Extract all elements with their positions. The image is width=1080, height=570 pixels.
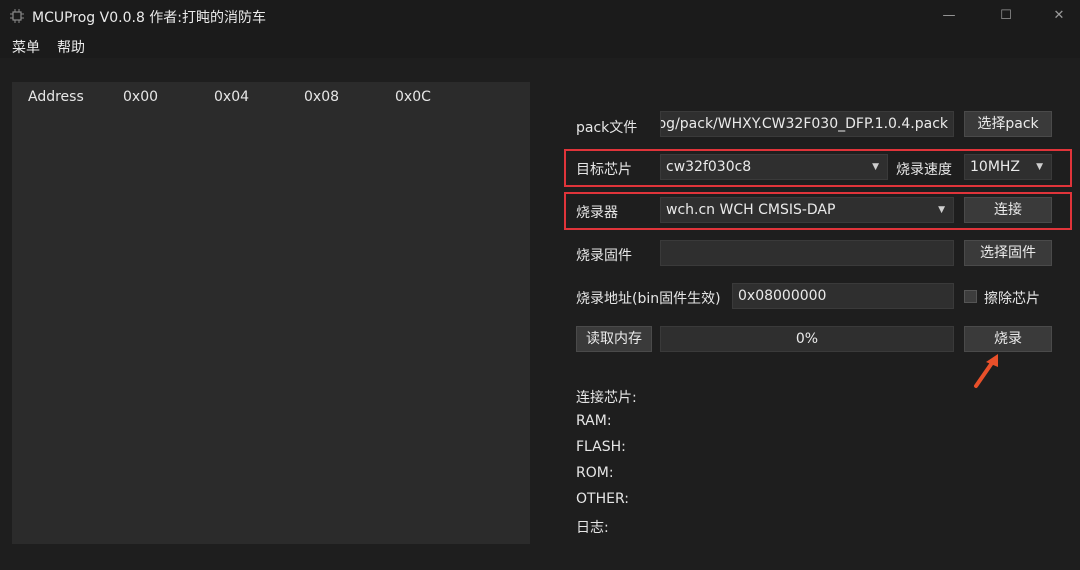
column-header-0x04: 0x04 <box>214 89 250 105</box>
target-chip-select[interactable]: cw32f030c8 ▼ <box>660 154 888 180</box>
firmware-path-field[interactable] <box>660 240 954 266</box>
column-header-0x0c: 0x0C <box>395 89 431 105</box>
window-title: MCUProg V0.0.8 作者:打盹的消防车 <box>32 10 267 26</box>
menu-bar: 菜单 帮助 <box>0 32 1080 58</box>
pack-file-label: pack文件 <box>576 120 638 136</box>
speed-label: 烧录速度 <box>896 162 952 178</box>
select-firmware-button[interactable]: 选择固件 <box>964 240 1052 266</box>
firmware-label: 烧录固件 <box>576 248 632 264</box>
menu-item-menu[interactable]: 菜单 <box>12 37 40 57</box>
erase-chip-checkbox[interactable] <box>964 290 977 303</box>
program-address-field[interactable]: 0x08000000 <box>732 283 954 309</box>
chevron-down-icon: ▼ <box>872 162 879 172</box>
menu-item-help[interactable]: 帮助 <box>57 37 85 57</box>
erase-chip-label: 擦除芯片 <box>984 291 1040 307</box>
column-header-0x00: 0x00 <box>123 89 159 105</box>
speed-value: 10MHZ <box>970 159 1021 175</box>
programmer-select[interactable]: wch.cn WCH CMSIS-DAP ▼ <box>660 197 954 223</box>
title-bar: MCUProg V0.0.8 作者:打盹的消防车 — ☐ ✕ <box>0 0 1080 32</box>
memory-table[interactable]: Address 0x00 0x04 0x08 0x0C <box>12 82 530 544</box>
column-header-0x08: 0x08 <box>304 89 340 105</box>
program-button[interactable]: 烧录 <box>964 326 1052 352</box>
log-label: 日志: <box>576 520 609 536</box>
chevron-down-icon: ▼ <box>938 205 945 215</box>
rom-label: ROM: <box>576 465 614 481</box>
connect-button[interactable]: 连接 <box>964 197 1052 223</box>
chevron-down-icon: ▼ <box>1036 162 1043 172</box>
target-chip-value: cw32f030c8 <box>666 159 752 175</box>
connected-chip-label: 连接芯片: <box>576 390 637 406</box>
target-chip-label: 目标芯片 <box>576 162 632 178</box>
column-header-address: Address <box>28 89 84 105</box>
programmer-value: wch.cn WCH CMSIS-DAP <box>666 202 836 218</box>
other-label: OTHER: <box>576 491 629 507</box>
program-address-label: 烧录地址(bin固件生效) <box>576 291 721 307</box>
speed-select[interactable]: 10MHZ ▼ <box>964 154 1052 180</box>
progress-text: 0% <box>795 331 819 347</box>
programmer-label: 烧录器 <box>576 205 618 221</box>
ram-label: RAM: <box>576 413 612 429</box>
pack-path-field[interactable]: MCUProg/pack/WHXY.CW32F030_DFP.1.0.4.pac… <box>660 111 954 137</box>
app-logo-icon <box>10 9 24 23</box>
maximize-button[interactable]: ☐ <box>983 0 1029 32</box>
flash-label: FLASH: <box>576 439 626 455</box>
select-pack-button[interactable]: 选择pack <box>964 111 1052 137</box>
annotation-arrow-icon <box>974 354 998 388</box>
settings-panel: pack文件 MCUProg/pack/WHXY.CW32F030_DFP.1.… <box>556 82 1080 544</box>
read-memory-button[interactable]: 读取内存 <box>576 326 652 352</box>
minimize-button[interactable]: — <box>926 0 972 32</box>
close-button[interactable]: ✕ <box>1036 0 1080 32</box>
progress-bar: 0% <box>660 326 954 352</box>
